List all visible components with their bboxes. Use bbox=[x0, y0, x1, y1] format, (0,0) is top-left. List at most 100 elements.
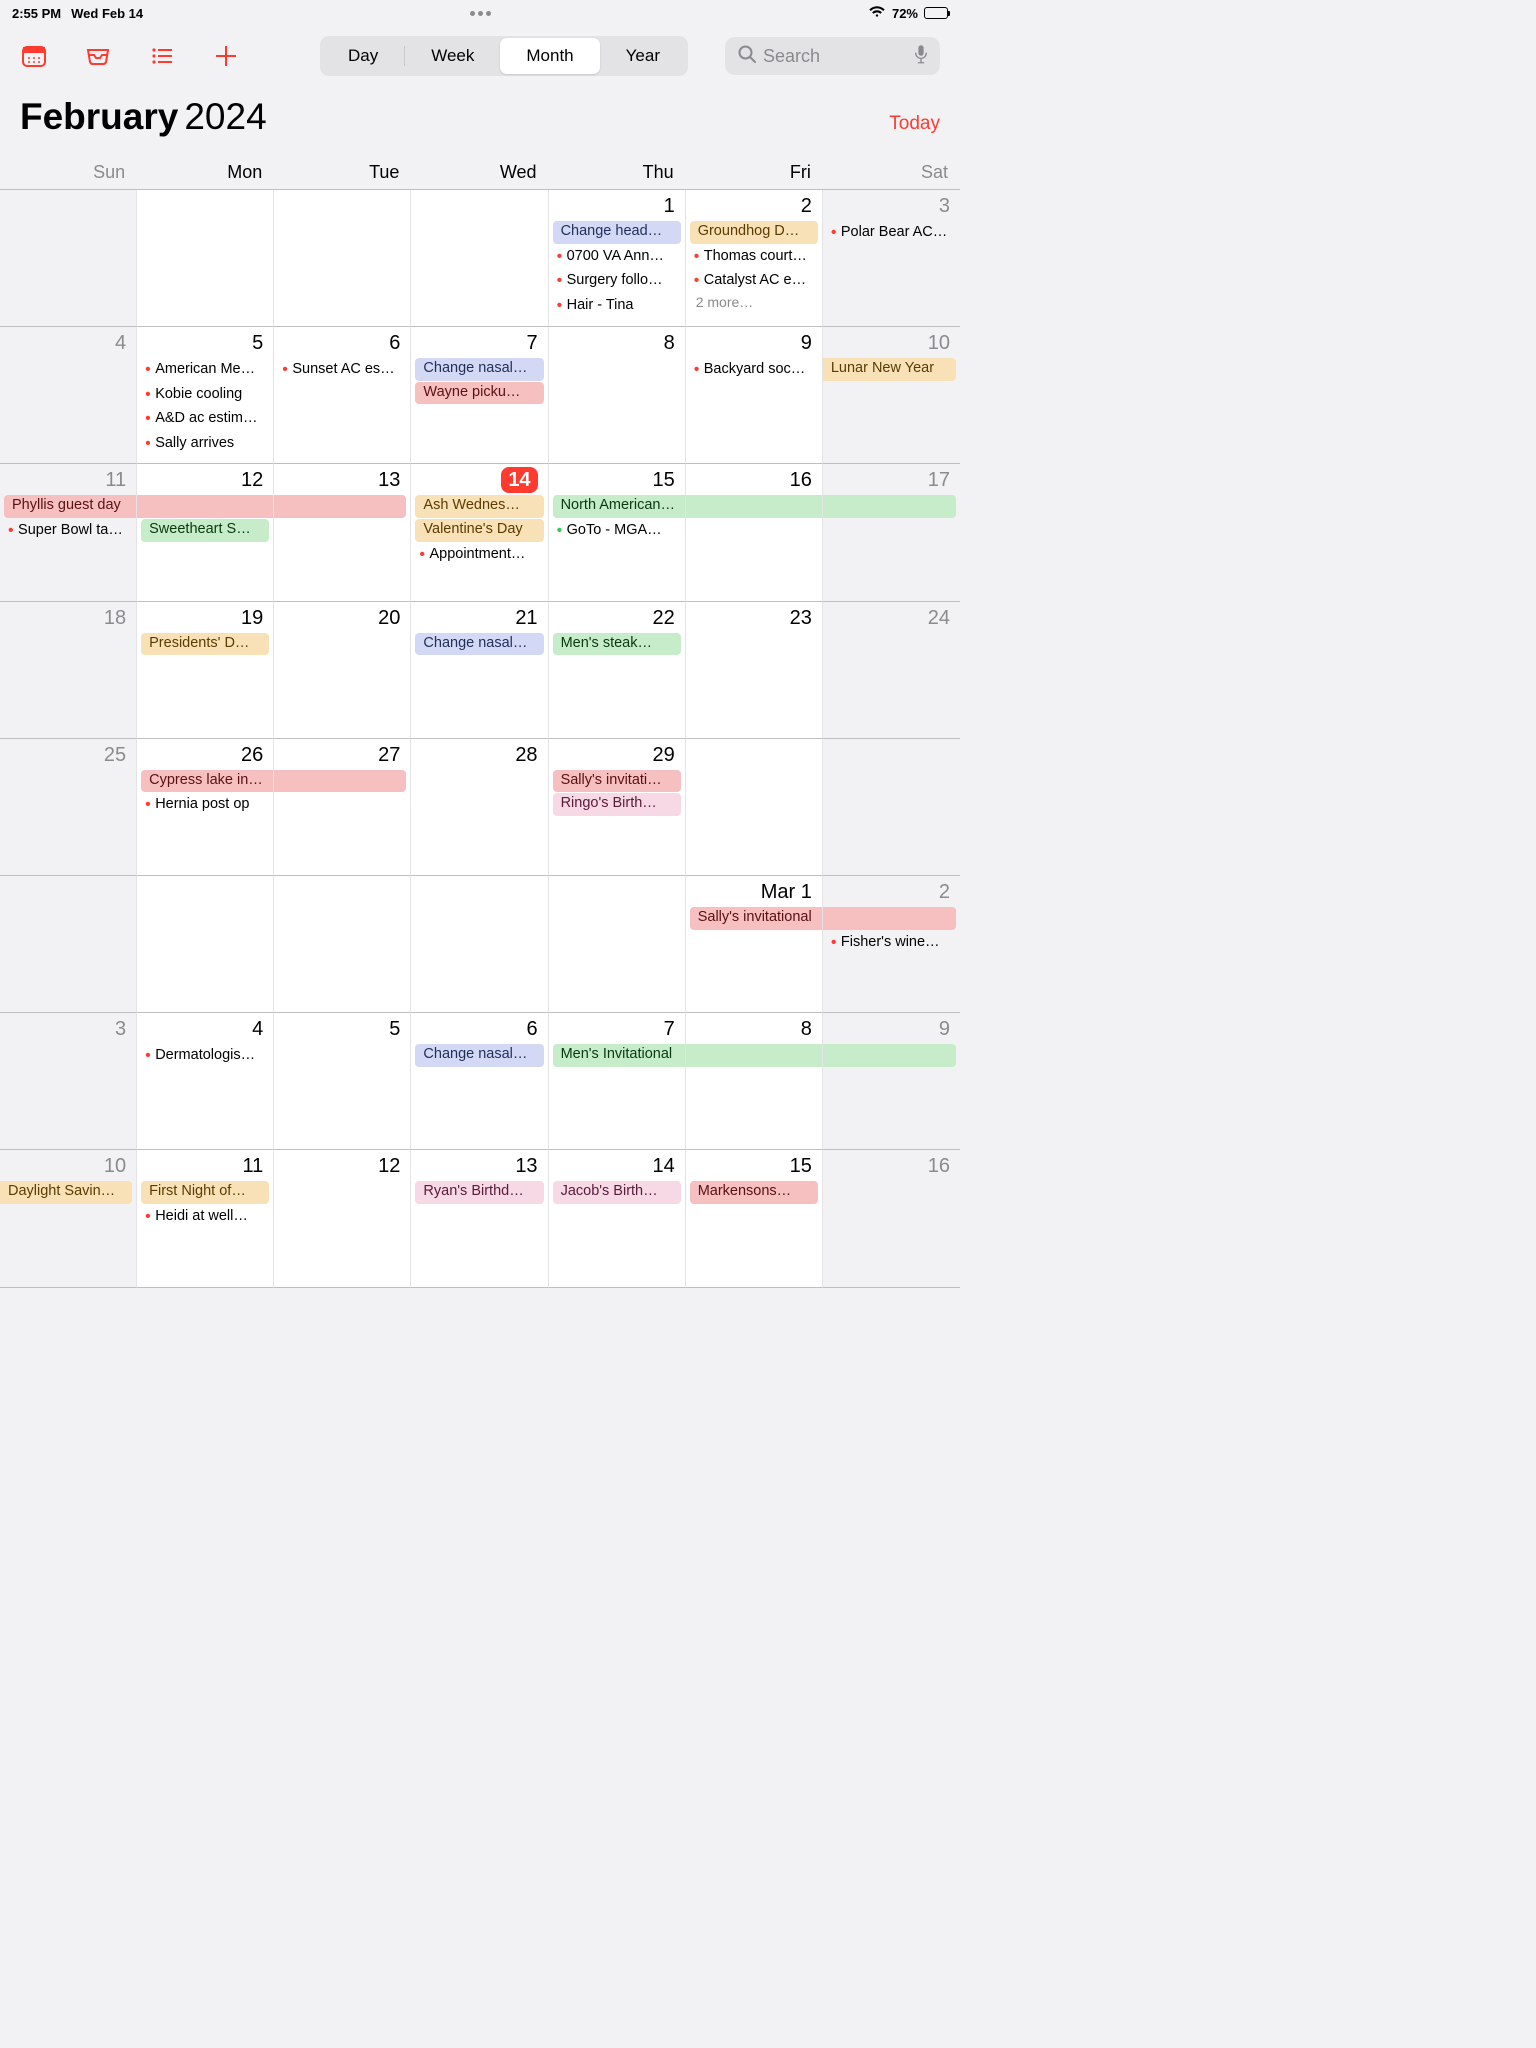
day-cell[interactable]: 19Presidents' D… bbox=[137, 602, 274, 739]
event[interactable]: Thomas court… bbox=[690, 245, 818, 270]
event[interactable]: Surgery follo… bbox=[553, 269, 681, 294]
day-cell[interactable]: 6Change nasal… bbox=[411, 1013, 548, 1150]
event[interactable]: Polar Bear AC… bbox=[827, 221, 956, 246]
day-cell[interactable]: 11Phyllis guest daySuper Bowl ta… bbox=[0, 464, 137, 601]
event[interactable]: Change nasal… bbox=[415, 633, 543, 656]
day-cell[interactable]: 22Men's steak… bbox=[549, 602, 686, 739]
day-cell[interactable]: 7Change nasal…Wayne picku… bbox=[411, 327, 548, 464]
seg-year[interactable]: Year bbox=[600, 38, 686, 74]
day-cell[interactable]: 5American Me…Kobie coolingA&D ac estim…S… bbox=[137, 327, 274, 464]
day-cell[interactable]: 29Sally's invitati…Ringo's Birth… bbox=[549, 739, 686, 876]
seg-week[interactable]: Week bbox=[405, 38, 500, 74]
seg-month[interactable]: Month bbox=[500, 38, 599, 74]
day-cell[interactable]: Mar 1Sally's invitational bbox=[686, 876, 823, 1013]
event[interactable] bbox=[823, 1044, 956, 1067]
event[interactable]: Sally arrives bbox=[141, 432, 269, 457]
event[interactable]: Dermatologis… bbox=[141, 1044, 269, 1069]
day-cell[interactable]: 9 bbox=[823, 1013, 960, 1150]
event[interactable]: Ash Wednes… bbox=[415, 495, 543, 518]
day-cell[interactable]: 10Lunar New Year bbox=[823, 327, 960, 464]
day-cell[interactable]: 4Dermatologis… bbox=[137, 1013, 274, 1150]
day-cell[interactable] bbox=[549, 876, 686, 1013]
event[interactable]: Super Bowl ta… bbox=[4, 519, 132, 544]
day-cell[interactable]: 5 bbox=[274, 1013, 411, 1150]
list-icon[interactable] bbox=[148, 42, 176, 70]
event[interactable]: Valentine's Day bbox=[415, 519, 543, 542]
more-events[interactable]: 2 more… bbox=[686, 294, 822, 310]
day-cell[interactable]: 3Polar Bear AC… bbox=[823, 190, 960, 327]
event[interactable] bbox=[686, 1044, 822, 1067]
seg-day[interactable]: Day bbox=[322, 38, 404, 74]
day-cell[interactable]: 13 bbox=[274, 464, 411, 601]
event[interactable]: Ringo's Birth… bbox=[553, 793, 681, 816]
event[interactable]: Men's Invitational bbox=[553, 1044, 685, 1067]
day-cell[interactable]: 24 bbox=[823, 602, 960, 739]
event[interactable]: Daylight Savin… bbox=[0, 1181, 132, 1204]
day-cell[interactable]: 25 bbox=[0, 739, 137, 876]
day-cell[interactable]: 23 bbox=[686, 602, 823, 739]
event[interactable]: Heidi at well… bbox=[141, 1205, 269, 1230]
day-cell[interactable]: 8 bbox=[549, 327, 686, 464]
event[interactable]: Hernia post op bbox=[141, 793, 269, 818]
event[interactable] bbox=[274, 495, 406, 518]
event[interactable]: Kobie cooling bbox=[141, 383, 269, 408]
multitask-dots[interactable] bbox=[324, 11, 636, 16]
event[interactable]: 0700 VA Ann… bbox=[553, 245, 681, 270]
event[interactable]: A&D ac estim… bbox=[141, 407, 269, 432]
day-cell[interactable]: 11First Night of…Heidi at well… bbox=[137, 1150, 274, 1287]
event[interactable]: Sally's invitati… bbox=[553, 770, 681, 793]
event[interactable]: Ryan's Birthd… bbox=[415, 1181, 543, 1204]
day-cell[interactable]: 27 bbox=[274, 739, 411, 876]
event[interactable]: Groundhog D… bbox=[690, 221, 818, 244]
event[interactable]: Change nasal… bbox=[415, 1044, 543, 1067]
day-cell[interactable]: 9Backyard soc… bbox=[686, 327, 823, 464]
day-cell[interactable]: 20 bbox=[274, 602, 411, 739]
event[interactable]: American Me… bbox=[141, 358, 269, 383]
event[interactable]: Change nasal… bbox=[415, 358, 543, 381]
event[interactable]: Change head… bbox=[553, 221, 681, 244]
day-cell[interactable]: 6Sunset AC es… bbox=[274, 327, 411, 464]
calendar-grid[interactable]: 1Change head…0700 VA Ann…Surgery follo…H… bbox=[0, 190, 960, 1288]
day-cell[interactable]: 7Men's Invitational bbox=[549, 1013, 686, 1150]
day-cell[interactable] bbox=[0, 190, 137, 327]
day-cell[interactable]: 2Groundhog D…Thomas court…Catalyst AC e…… bbox=[686, 190, 823, 327]
day-cell[interactable]: 14Jacob's Birth… bbox=[549, 1150, 686, 1287]
event[interactable]: GoTo - MGA… bbox=[553, 519, 681, 544]
day-cell[interactable]: 16 bbox=[686, 464, 823, 601]
day-cell[interactable]: 26Cypress lake invitationalHernia post o… bbox=[137, 739, 274, 876]
day-cell[interactable]: 14Ash Wednes…Valentine's DayAppointment… bbox=[411, 464, 548, 601]
event[interactable]: Catalyst AC e… bbox=[690, 269, 818, 294]
event[interactable] bbox=[823, 495, 956, 518]
mic-icon[interactable] bbox=[914, 44, 928, 69]
day-cell[interactable]: 16 bbox=[823, 1150, 960, 1287]
day-cell[interactable]: 13Ryan's Birthd… bbox=[411, 1150, 548, 1287]
day-cell[interactable]: 15Markensons… bbox=[686, 1150, 823, 1287]
day-cell[interactable] bbox=[823, 739, 960, 876]
day-cell[interactable]: 8 bbox=[686, 1013, 823, 1150]
add-icon[interactable] bbox=[212, 42, 240, 70]
event[interactable]: Fisher's wine… bbox=[827, 931, 956, 956]
day-cell[interactable]: 4 bbox=[0, 327, 137, 464]
day-cell[interactable] bbox=[274, 190, 411, 327]
day-cell[interactable]: 15North American CupGoTo - MGA… bbox=[549, 464, 686, 601]
inbox-icon[interactable] bbox=[84, 42, 112, 70]
event[interactable]: Men's steak… bbox=[553, 633, 681, 656]
day-cell[interactable] bbox=[411, 876, 548, 1013]
event[interactable]: Appointment… bbox=[415, 543, 543, 568]
day-cell[interactable] bbox=[274, 876, 411, 1013]
day-cell[interactable]: 12 bbox=[274, 1150, 411, 1287]
day-cell[interactable] bbox=[686, 739, 823, 876]
event[interactable] bbox=[274, 770, 406, 793]
day-cell[interactable]: 1Change head…0700 VA Ann…Surgery follo…H… bbox=[549, 190, 686, 327]
day-cell[interactable]: 17 bbox=[823, 464, 960, 601]
event[interactable]: Sweetheart S… bbox=[141, 519, 269, 542]
calendar-icon[interactable] bbox=[20, 42, 48, 70]
event[interactable] bbox=[823, 907, 956, 930]
day-cell[interactable] bbox=[137, 876, 274, 1013]
event[interactable]: Sally's invitational bbox=[690, 907, 822, 930]
day-cell[interactable]: 10Daylight Savin… bbox=[0, 1150, 137, 1287]
event[interactable]: Backyard soc… bbox=[690, 358, 818, 383]
day-cell[interactable]: 28 bbox=[411, 739, 548, 876]
event[interactable]: Jacob's Birth… bbox=[553, 1181, 681, 1204]
day-cell[interactable] bbox=[0, 876, 137, 1013]
